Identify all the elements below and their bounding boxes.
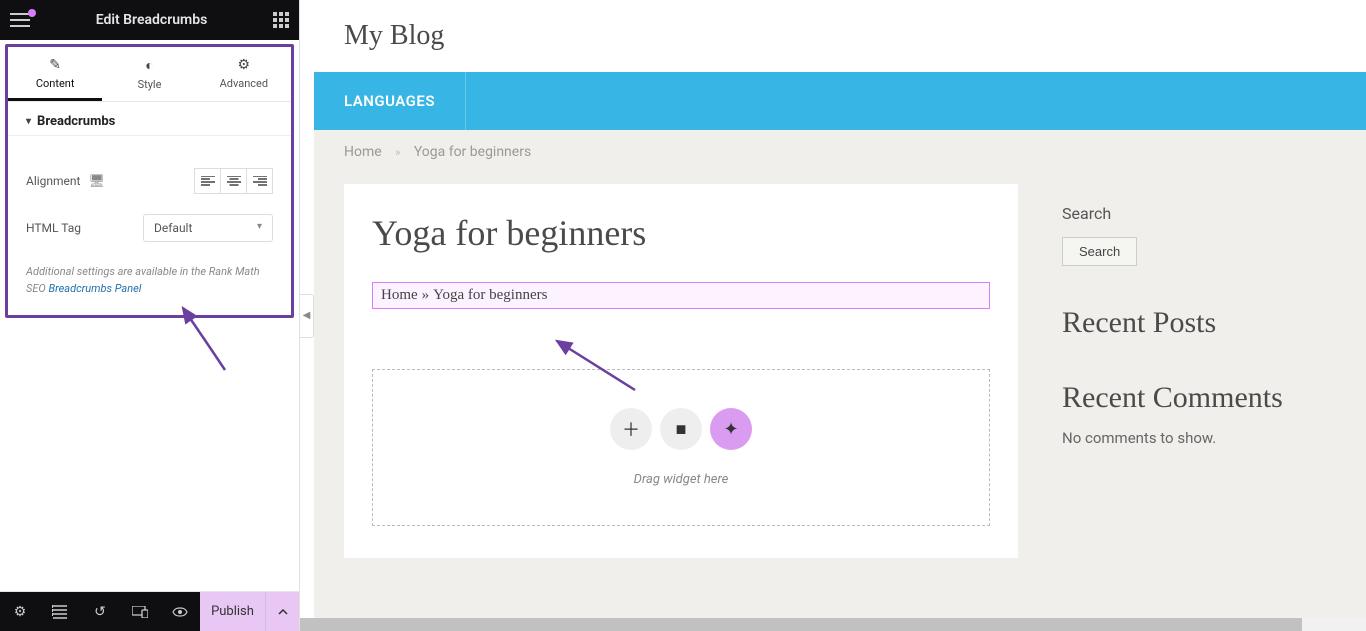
publish-button[interactable]: Publish	[200, 592, 265, 631]
tab-advanced[interactable]: ⚙ Advanced	[197, 47, 291, 101]
horizontal-scrollbar[interactable]	[300, 618, 1366, 631]
site-title[interactable]: My Blog	[344, 20, 1336, 52]
desktop-icon[interactable]: 🖥	[88, 174, 105, 189]
notification-dot-icon	[28, 9, 36, 17]
footer-icons: ⚙ ↺	[0, 592, 200, 631]
nav-bar: LANGUAGES	[314, 72, 1366, 130]
sidebar-header: Edit Breadcrumbs	[0, 0, 299, 40]
drop-area[interactable]: ＋ ■ ✦ Drag widget here	[372, 369, 990, 526]
widget-breadcrumb-current: Yoga for beginners	[433, 287, 547, 303]
folder-icon: ■	[676, 419, 687, 440]
scrollbar-thumb[interactable]	[300, 618, 1302, 631]
settings-icon[interactable]: ⚙	[0, 604, 40, 620]
plus-icon: ＋	[622, 416, 640, 442]
editor-sidebar: Edit Breadcrumbs ✎ Content ◐ Style ⚙ Adv…	[0, 0, 300, 631]
breadcrumb-separator-icon: »	[395, 146, 400, 159]
tab-label: Content	[36, 77, 75, 90]
tab-label: Advanced	[220, 77, 268, 90]
pencil-icon: ✎	[8, 57, 102, 73]
section-body: Alignment 🖥 HTML Tag Default Additional …	[8, 136, 291, 315]
publish-options-button[interactable]	[265, 592, 299, 631]
control-label-text: HTML Tag	[26, 221, 81, 235]
apps-icon[interactable]	[273, 12, 289, 28]
control-alignment: Alignment 🖥	[26, 168, 273, 194]
sidebar-title: Edit Breadcrumbs	[96, 12, 208, 28]
panel-tabs: ✎ Content ◐ Style ⚙ Advanced	[8, 47, 291, 102]
main-column: Yoga for beginners Home»Yoga for beginne…	[344, 184, 1018, 558]
sidebar-footer: ⚙ ↺ Publish	[0, 591, 299, 631]
nav-item-languages[interactable]: LANGUAGES	[314, 72, 466, 130]
note-link[interactable]: Breadcrumbs Panel	[48, 282, 141, 295]
sparkle-icon: ✦	[723, 419, 738, 440]
select-value: Default	[154, 221, 192, 235]
breadcrumbs-widget[interactable]: Home»Yoga for beginners	[372, 282, 990, 309]
control-label-text: Alignment	[26, 174, 80, 188]
preview-icon[interactable]	[160, 607, 200, 617]
chevron-up-icon	[278, 609, 288, 615]
content-panel: ✎ Content ◐ Style ⚙ Advanced Breadcrumbs…	[5, 44, 294, 318]
widget-breadcrumb-home: Home	[381, 287, 418, 303]
tab-content[interactable]: ✎ Content	[8, 47, 102, 101]
alignment-buttons	[194, 168, 273, 194]
responsive-icon[interactable]	[120, 606, 160, 618]
section-title: Breadcrumbs	[37, 114, 115, 129]
breadcrumb: Home » Yoga for beginners	[314, 130, 1366, 160]
publish-label: Publish	[211, 604, 254, 619]
widget-breadcrumb-sep: »	[422, 287, 430, 303]
hamburger-icon	[10, 13, 30, 27]
tab-style[interactable]: ◐ Style	[102, 47, 196, 101]
add-widget-button[interactable]: ＋	[610, 408, 652, 450]
recent-comments-heading: Recent Comments	[1062, 381, 1322, 416]
site-header: My Blog	[314, 0, 1366, 72]
collapse-sidebar-button[interactable]: ◀	[300, 294, 314, 338]
recent-posts-heading: Recent Posts	[1062, 306, 1322, 341]
panel-note: Additional settings are available in the…	[26, 264, 273, 297]
sidebar-column: Search Search Recent Posts Recent Commen…	[1042, 184, 1342, 457]
drop-buttons: ＋ ■ ✦	[411, 408, 951, 450]
align-center-button[interactable]	[220, 168, 247, 194]
drop-text: Drag widget here	[411, 472, 951, 487]
gear-icon: ⚙	[197, 57, 291, 73]
breadcrumb-home[interactable]: Home	[344, 144, 382, 160]
align-left-button[interactable]	[194, 168, 221, 194]
post-title: Yoga for beginners	[372, 212, 990, 254]
breadcrumb-current: Yoga for beginners	[414, 144, 531, 160]
html-tag-select[interactable]: Default	[143, 214, 273, 242]
add-template-button[interactable]: ■	[660, 408, 702, 450]
preview-canvas: My Blog LANGUAGES Home » Yoga for beginn…	[314, 0, 1366, 618]
search-button[interactable]: Search	[1062, 237, 1137, 266]
tab-label: Style	[138, 78, 162, 91]
align-right-button[interactable]	[246, 168, 273, 194]
add-ai-button[interactable]: ✦	[710, 408, 752, 450]
menu-button[interactable]	[10, 13, 30, 27]
control-html-tag: HTML Tag Default	[26, 214, 273, 242]
search-widget-title: Search	[1062, 204, 1322, 223]
section-breadcrumbs-toggle[interactable]: Breadcrumbs	[8, 102, 291, 136]
navigator-icon[interactable]	[40, 605, 80, 619]
contrast-icon: ◐	[102, 57, 196, 74]
content-wrap: Yoga for beginners Home»Yoga for beginne…	[314, 160, 1366, 558]
no-comments-text: No comments to show.	[1062, 429, 1322, 447]
history-icon[interactable]: ↺	[80, 604, 120, 620]
